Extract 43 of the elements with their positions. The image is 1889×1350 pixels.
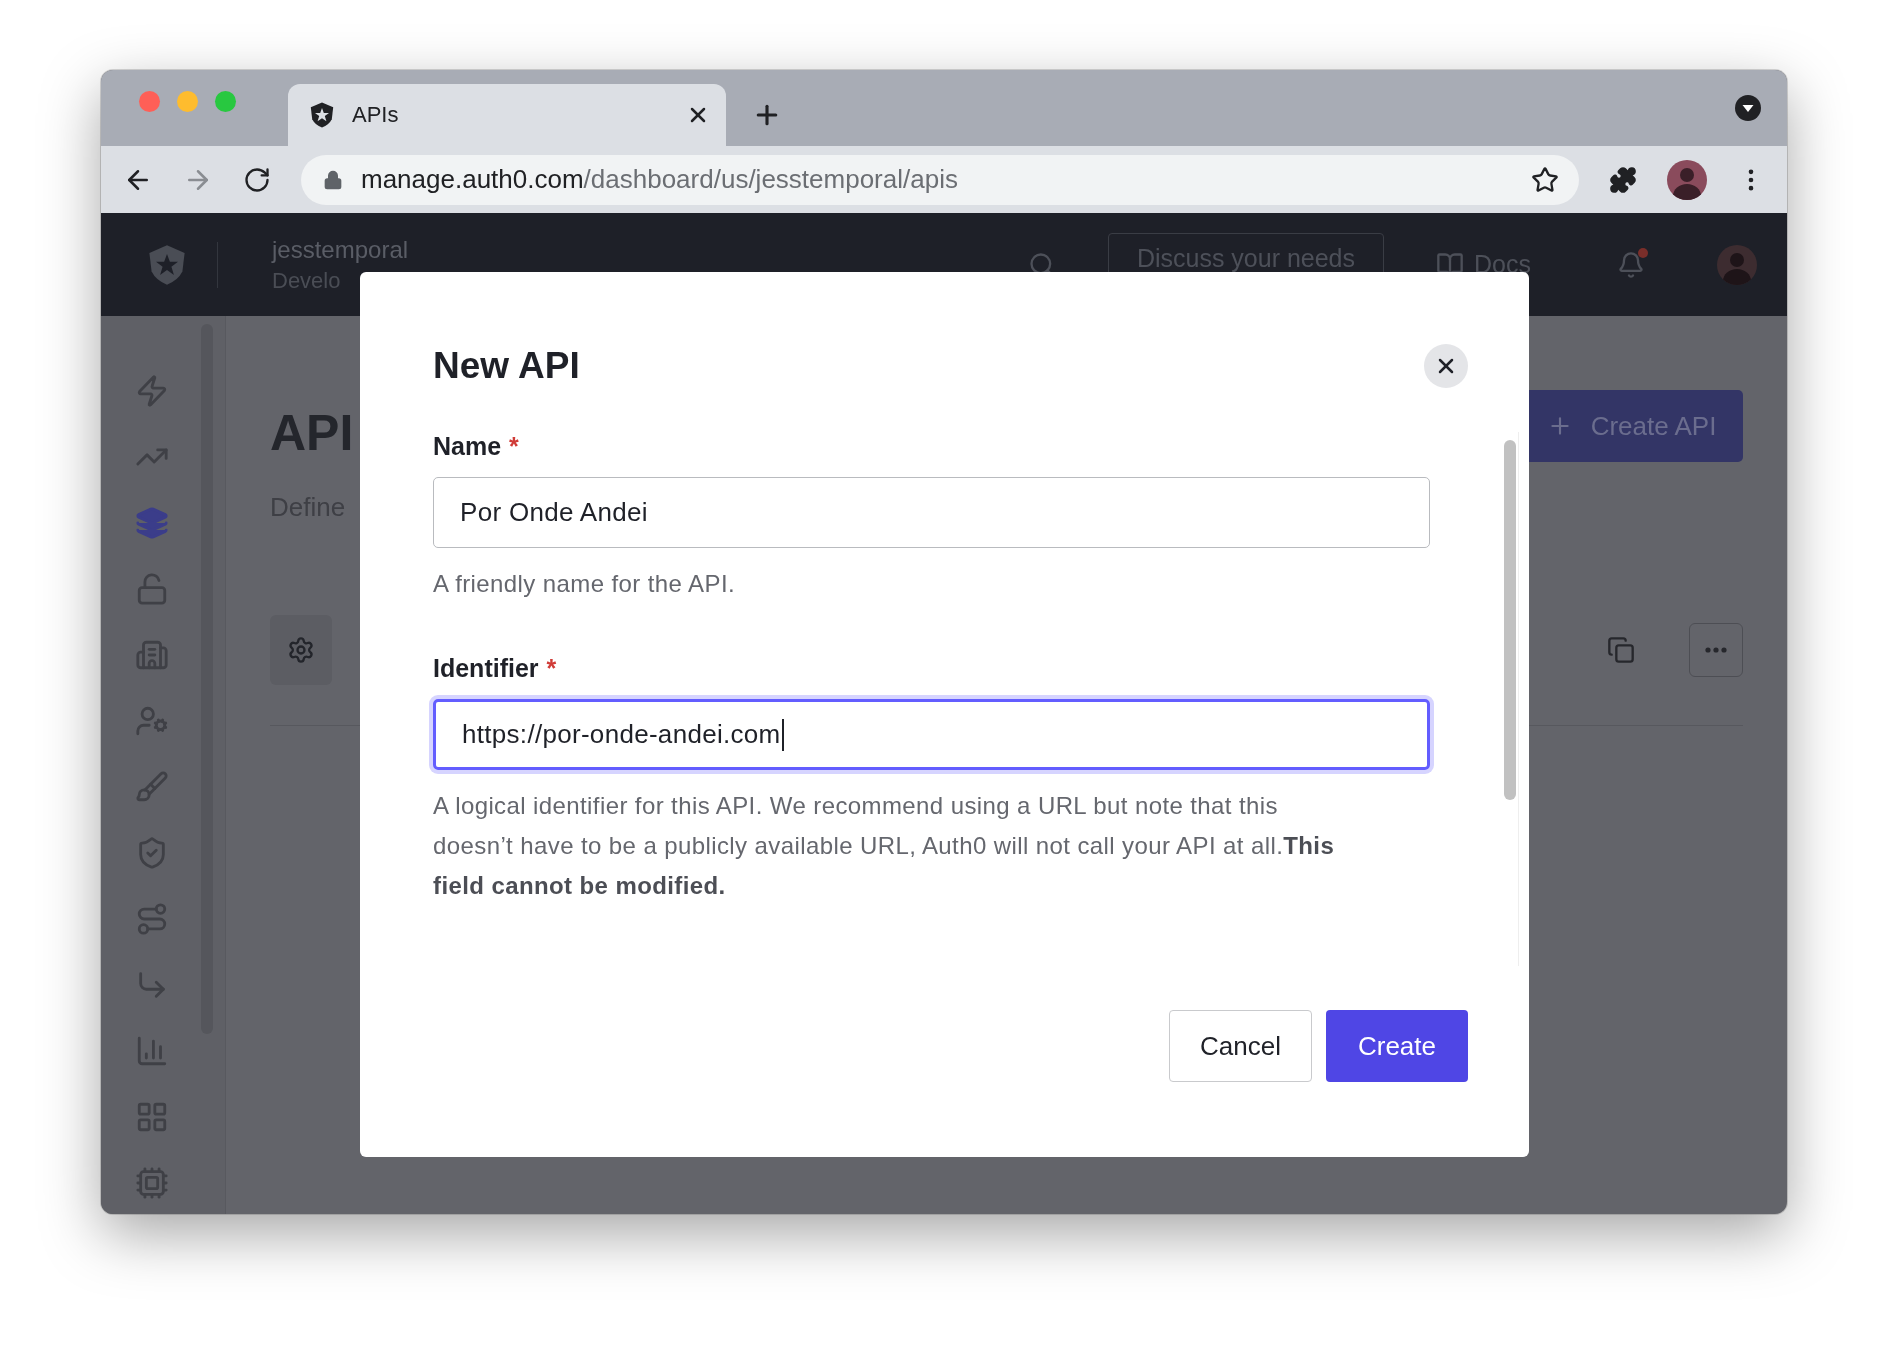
maximize-window-light[interactable]: [215, 90, 236, 112]
copy-icon[interactable]: [1607, 636, 1635, 664]
notifications-bell-icon[interactable]: [1617, 250, 1645, 279]
dots-icon: [1705, 647, 1727, 653]
user-gear-icon[interactable]: [135, 704, 169, 738]
help-text: A friendly name for the API.: [433, 569, 737, 599]
page-title: API: [270, 408, 354, 458]
cancel-button[interactable]: Cancel: [1169, 1010, 1312, 1082]
brush-icon[interactable]: [135, 770, 169, 804]
modal-title: New API: [433, 345, 580, 387]
route-icon[interactable]: [135, 902, 169, 936]
layers-icon[interactable]: [135, 506, 169, 540]
tab-dropdown-icon[interactable]: [1735, 95, 1761, 121]
lightning-icon[interactable]: [135, 374, 169, 408]
url-text: manage.auth0.com/dashboard/us/jesstemporal/apis: [361, 164, 959, 195]
close-button[interactable]: [1424, 344, 1468, 388]
shield-star-icon: [308, 101, 336, 129]
create-button[interactable]: Create: [1326, 1010, 1468, 1082]
user-avatar[interactable]: [1717, 244, 1757, 285]
field-label: Name: [433, 432, 502, 461]
grid-icon[interactable]: [135, 1100, 169, 1134]
reload-icon[interactable]: [243, 165, 271, 194]
scrollbar-thumb[interactable]: [1504, 440, 1516, 800]
address-bar[interactable]: manage.auth0.com/dashboard/us/jesstemporal/apis: [301, 154, 1579, 205]
required-mark: *: [546, 654, 557, 683]
required-mark: *: [509, 432, 519, 461]
tab-title: APIs: [352, 102, 400, 128]
chip-icon[interactable]: [135, 1166, 169, 1200]
profile-avatar[interactable]: [1667, 159, 1707, 200]
browser-tab[interactable]: APIs: [288, 84, 726, 146]
unlocked-padlock-icon[interactable]: [135, 572, 169, 606]
extensions-icon[interactable]: [1609, 165, 1637, 194]
building-icon[interactable]: [135, 638, 169, 672]
field-label: Identifier: [433, 654, 539, 683]
bar-chart-icon[interactable]: [135, 1034, 169, 1068]
minimize-window-light[interactable]: [177, 90, 198, 112]
lock-icon: [323, 169, 343, 190]
help-text: A logical identifier for this API. We recommend using a URL but note that this doesn’t have to be a publicly available URL, Auth0 will not call your API at all.This field cannot be modified.: [433, 791, 1336, 901]
input-field[interactable]: Por Onde Andei: [433, 477, 1430, 548]
settings-icon[interactable]: [270, 615, 332, 685]
close-window-light[interactable]: [139, 90, 160, 112]
bookmark-star-icon[interactable]: [1531, 165, 1559, 194]
more-options-button[interactable]: [1689, 623, 1743, 677]
